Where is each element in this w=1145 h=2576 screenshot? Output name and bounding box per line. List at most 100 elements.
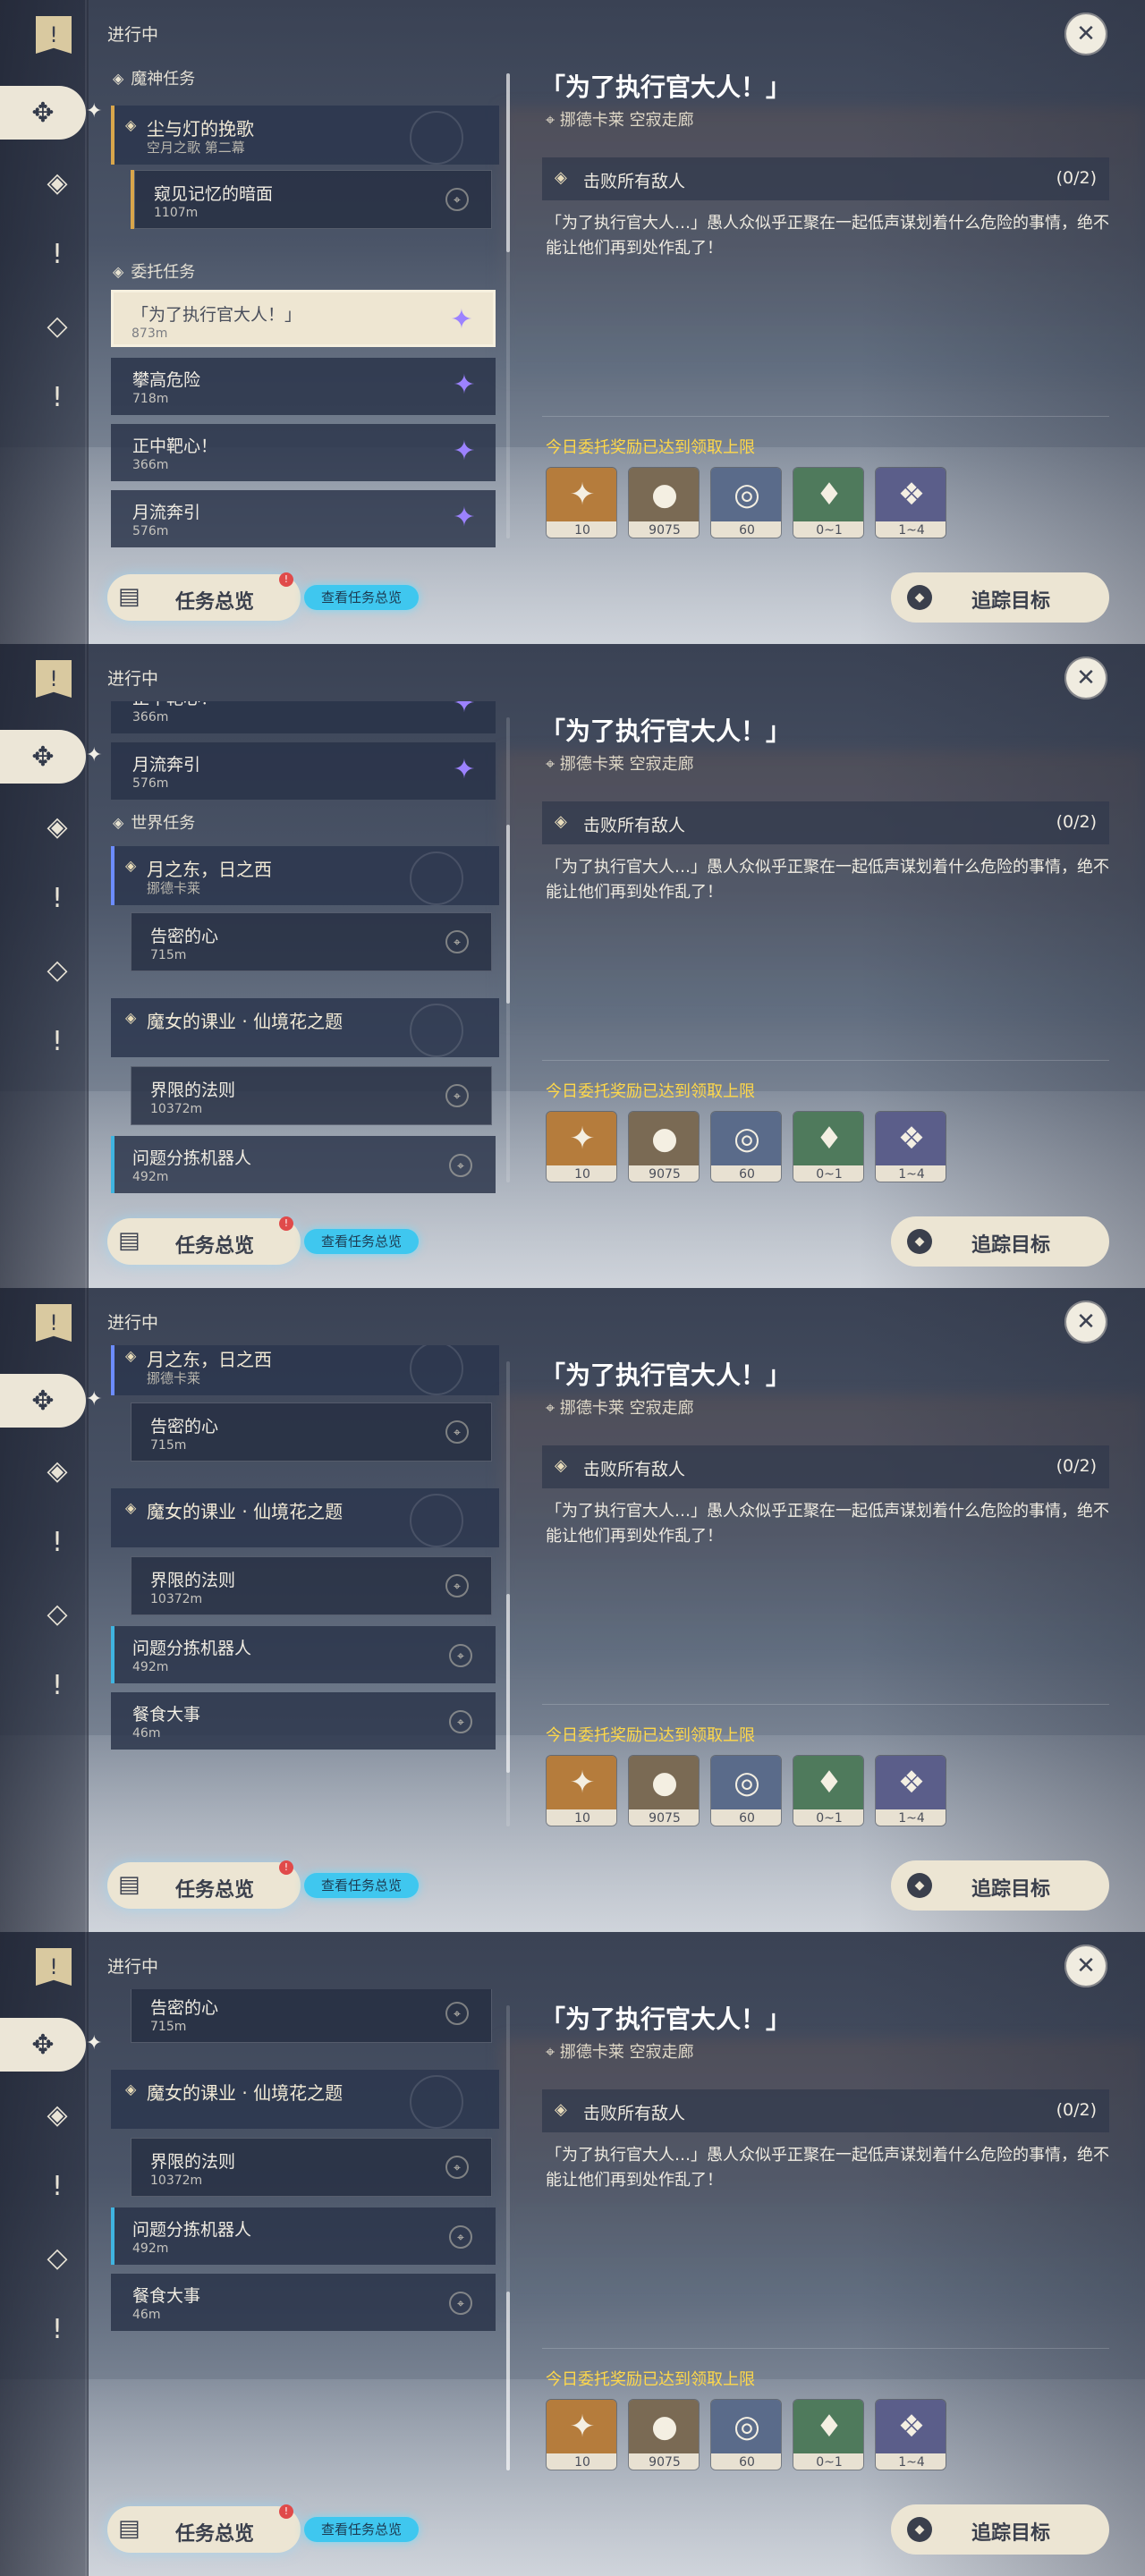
scrollbar-thumb[interactable] — [506, 2292, 510, 2470]
quest-group-header[interactable]: ◈ 月之东，日之西 挪德卡莱 — [111, 846, 499, 905]
reward-item[interactable]: ♦ 0~1 — [793, 1755, 864, 1826]
reward-item[interactable]: ♦ 0~1 — [793, 467, 864, 538]
location-pin-icon[interactable]: ⌖ — [449, 2225, 472, 2249]
quest-card[interactable]: 问题分拣机器人 492m ⌖ — [111, 2207, 496, 2265]
archon-quest-tab-icon[interactable]: ◈ — [32, 1445, 82, 1496]
reward-item[interactable]: ❖ 1~4 — [875, 1111, 946, 1182]
reward-item[interactable]: ◎ 60 — [710, 2399, 782, 2470]
view-overview-hint[interactable]: 查看任务总览 — [304, 1873, 419, 1898]
quest-overview-button[interactable]: ▤ 任务总览 ! — [107, 2504, 301, 2553]
location-pin-icon[interactable]: ⌖ — [445, 1420, 469, 1444]
quest-card[interactable]: 正中靶心！ 366m ✦ — [111, 701, 496, 733]
bookmark-icon[interactable]: ! — [36, 1948, 72, 1986]
reward-item[interactable]: ✦ 10 — [546, 1755, 617, 1826]
location-pin-icon[interactable]: ⌖ — [445, 930, 469, 953]
reward-item[interactable]: ◎ 60 — [710, 1755, 782, 1826]
reward-item[interactable]: ♦ 0~1 — [793, 2399, 864, 2470]
location-pin-icon[interactable]: ⌖ — [449, 1644, 472, 1667]
quest-list[interactable]: ◈魔神任务◈ 尘与灯的挽歌 空月之歌 第二幕 窥见记忆的暗面 1107m ⌖◈委… — [106, 1989, 505, 2490]
quest-step-card[interactable]: 界限的法则 10372m ⌖ — [131, 2138, 492, 2197]
quest-card[interactable]: 「为了执行官大人！」 873m ✦ — [111, 290, 496, 347]
event-quest-tab-icon[interactable]: ! — [32, 1660, 82, 1710]
quest-step-card[interactable]: 界限的法则 10372m ⌖ — [131, 1556, 492, 1615]
reward-item[interactable]: ♦ 0~1 — [793, 1111, 864, 1182]
track-target-button[interactable]: ◆ 追踪目标 — [891, 572, 1109, 623]
quest-group-header[interactable]: ◈ 魔女的课业 · 仙境花之题 — [111, 1488, 499, 1547]
quest-list-scrollbar[interactable] — [506, 1361, 510, 1826]
event-quest-tab-icon[interactable]: ! — [32, 372, 82, 422]
commission-tab-icon[interactable]: ◇ — [32, 945, 82, 995]
commission-tab-icon[interactable]: ◇ — [32, 1589, 82, 1639]
bookmark-icon[interactable]: ! — [36, 1304, 72, 1342]
archon-quest-tab-icon[interactable]: ◈ — [32, 801, 82, 852]
quest-group-header[interactable]: ◈ 魔女的课业 · 仙境花之题 — [111, 2070, 499, 2129]
reward-item[interactable]: ✦ 10 — [546, 1111, 617, 1182]
archon-quest-tab-icon[interactable]: ◈ — [32, 2089, 82, 2140]
commission-tab-icon[interactable]: ◇ — [32, 2233, 82, 2283]
all-quests-tab-icon[interactable]: ✥ — [0, 86, 86, 140]
location-pin-icon[interactable]: ⌖ — [445, 1084, 469, 1107]
quest-card[interactable]: 餐食大事 46m ⌖ — [111, 1692, 496, 1750]
quest-step-card[interactable]: 告密的心 715m ⌖ — [131, 1402, 492, 1462]
event-quest-tab-icon[interactable]: ! — [32, 1016, 82, 1066]
all-quests-tab-icon[interactable]: ✥ — [0, 1374, 86, 1428]
quest-group-header[interactable]: ◈ 月之东，日之西 挪德卡莱 — [111, 1345, 499, 1395]
reward-item[interactable]: ● 9075 — [628, 467, 700, 538]
quest-group-header[interactable]: ◈ 尘与灯的挽歌 空月之歌 第二幕 — [111, 106, 499, 165]
quest-step-card[interactable]: 窥见记忆的暗面 1107m ⌖ — [131, 170, 492, 229]
close-icon[interactable]: ✕ — [1064, 1945, 1107, 1987]
quest-list-scrollbar[interactable] — [506, 73, 510, 538]
reward-item[interactable]: ● 9075 — [628, 1111, 700, 1182]
quest-list-scrollbar[interactable] — [506, 717, 510, 1182]
all-quests-tab-icon[interactable]: ✥ — [0, 730, 86, 784]
location-pin-icon[interactable]: ⌖ — [445, 2002, 469, 2025]
world-quest-tab-icon[interactable]: ! — [32, 229, 82, 279]
reward-item[interactable]: ✦ 10 — [546, 467, 617, 538]
quest-list[interactable]: ◈魔神任务◈ 尘与灯的挽歌 空月之歌 第二幕 窥见记忆的暗面 1107m ⌖◈委… — [106, 57, 505, 558]
location-pin-icon[interactable]: ⌖ — [445, 1574, 469, 1597]
archon-quest-tab-icon[interactable]: ◈ — [32, 157, 82, 208]
location-pin-icon[interactable]: ⌖ — [449, 2292, 472, 2315]
scrollbar-thumb[interactable] — [506, 825, 510, 1004]
quest-overview-button[interactable]: ▤ 任务总览 ! — [107, 1216, 301, 1265]
close-icon[interactable]: ✕ — [1064, 657, 1107, 699]
quest-overview-button[interactable]: ▤ 任务总览 ! — [107, 572, 301, 621]
quest-card[interactable]: 餐食大事 46m ⌖ — [111, 2274, 496, 2331]
track-target-button[interactable]: ◆ 追踪目标 — [891, 1216, 1109, 1267]
quest-step-card[interactable]: 告密的心 715m ⌖ — [131, 1989, 492, 2043]
commission-tab-icon[interactable]: ◇ — [32, 301, 82, 351]
quest-group-header[interactable]: ◈ 魔女的课业 · 仙境花之题 — [111, 998, 499, 1057]
scrollbar-thumb[interactable] — [506, 1594, 510, 1773]
quest-list[interactable]: ◈魔神任务◈ 尘与灯的挽歌 空月之歌 第二幕 窥见记忆的暗面 1107m ⌖◈委… — [106, 1345, 505, 1846]
quest-step-card[interactable]: 告密的心 715m ⌖ — [131, 912, 492, 971]
track-target-button[interactable]: ◆ 追踪目标 — [891, 1860, 1109, 1911]
close-icon[interactable]: ✕ — [1064, 13, 1107, 55]
world-quest-tab-icon[interactable]: ! — [32, 873, 82, 923]
quest-list[interactable]: ◈魔神任务◈ 尘与灯的挽歌 空月之歌 第二幕 窥见记忆的暗面 1107m ⌖◈委… — [106, 701, 505, 1202]
all-quests-tab-icon[interactable]: ✥ — [0, 2018, 86, 2072]
reward-item[interactable]: ✦ 10 — [546, 2399, 617, 2470]
bookmark-icon[interactable]: ! — [36, 16, 72, 54]
view-overview-hint[interactable]: 查看任务总览 — [304, 585, 419, 610]
location-pin-icon[interactable]: ⌖ — [449, 1154, 472, 1177]
quest-card[interactable]: 问题分拣机器人 492m ⌖ — [111, 1136, 496, 1193]
location-pin-icon[interactable]: ⌖ — [445, 2156, 469, 2179]
quest-card[interactable]: 月流奔引 576m ✦ — [111, 490, 496, 547]
location-pin-icon[interactable]: ⌖ — [449, 1710, 472, 1733]
reward-item[interactable]: ❖ 1~4 — [875, 467, 946, 538]
track-target-button[interactable]: ◆ 追踪目标 — [891, 2504, 1109, 2555]
quest-card[interactable]: 月流奔引 576m ✦ — [111, 742, 496, 800]
world-quest-tab-icon[interactable]: ! — [32, 2161, 82, 2211]
quest-card[interactable]: 正中靶心！ 366m ✦ — [111, 424, 496, 481]
quest-overview-button[interactable]: ▤ 任务总览 ! — [107, 1860, 301, 1909]
world-quest-tab-icon[interactable]: ! — [32, 1517, 82, 1567]
quest-card[interactable]: 攀高危险 718m ✦ — [111, 358, 496, 415]
reward-item[interactable]: ❖ 1~4 — [875, 2399, 946, 2470]
reward-item[interactable]: ● 9075 — [628, 1755, 700, 1826]
reward-item[interactable]: ◎ 60 — [710, 1111, 782, 1182]
event-quest-tab-icon[interactable]: ! — [32, 2304, 82, 2354]
close-icon[interactable]: ✕ — [1064, 1301, 1107, 1343]
reward-item[interactable]: ❖ 1~4 — [875, 1755, 946, 1826]
quest-list-scrollbar[interactable] — [506, 2005, 510, 2470]
reward-item[interactable]: ◎ 60 — [710, 467, 782, 538]
